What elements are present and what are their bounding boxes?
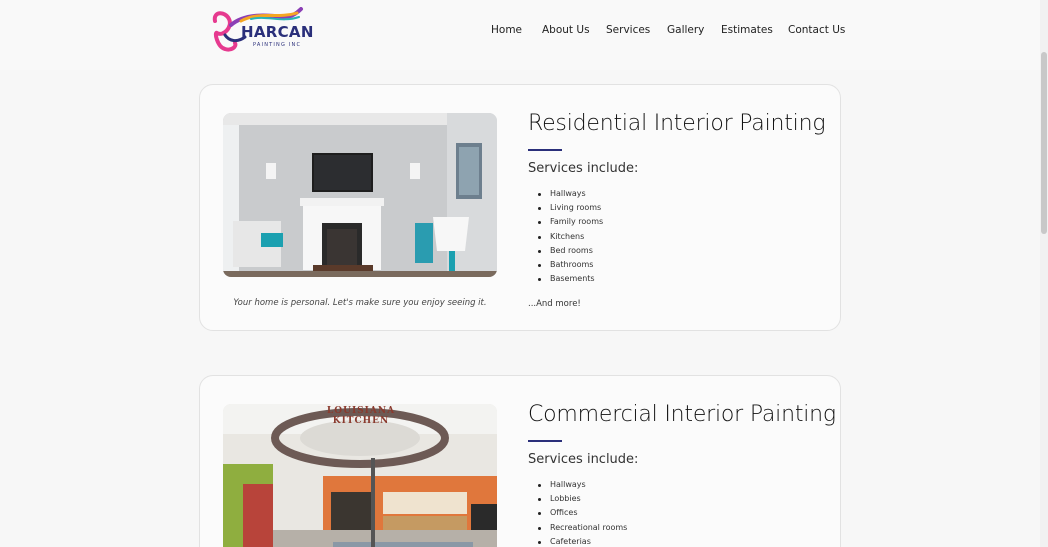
logo-tagline: PAINTING INC: [253, 42, 302, 48]
list-item: Basements: [538, 272, 603, 286]
residential-services-list: Hallways Living rooms Family rooms Kitch…: [538, 187, 603, 286]
nav-contact-us[interactable]: Contact Us: [788, 24, 845, 36]
site-header: HARCAN PAINTING INC Home About Us Servic…: [0, 0, 1040, 70]
restaurant-sign: LOUISIANA KITCHEN: [326, 406, 396, 426]
nav-estimates[interactable]: Estimates: [721, 24, 773, 36]
list-item: Family rooms: [538, 215, 603, 229]
scrollbar-thumb[interactable]: [1041, 52, 1047, 234]
services-include-label: Services include:: [528, 452, 639, 467]
list-item: Offices: [538, 506, 627, 520]
list-item: Kitchens: [538, 230, 603, 244]
list-item: Recreational rooms: [538, 521, 627, 535]
commercial-services-list: Hallways Lobbies Offices Recreational ro…: [538, 478, 627, 547]
list-item: Hallways: [538, 478, 627, 492]
list-item: Bathrooms: [538, 258, 603, 272]
title-divider: [528, 440, 562, 442]
list-item: Living rooms: [538, 201, 603, 215]
page-scrollbar[interactable]: [1040, 0, 1048, 547]
list-item: Hallways: [538, 187, 603, 201]
list-item: Bed rooms: [538, 244, 603, 258]
nav-about-us[interactable]: About Us: [542, 24, 590, 36]
nav-home[interactable]: Home: [491, 24, 522, 36]
residential-caption: Your home is personal. Let's make sure y…: [233, 298, 487, 308]
list-item: Lobbies: [538, 492, 627, 506]
services-include-label: Services include:: [528, 161, 639, 176]
commercial-photo: LOUISIANA KITCHEN: [223, 404, 497, 547]
logo-name: HARCAN: [241, 23, 314, 41]
service-card-commercial: LOUISIANA KITCHEN Commercial Interior Pa…: [199, 375, 841, 547]
and-more-text: ...And more!: [528, 299, 581, 309]
title-divider: [528, 149, 562, 151]
commercial-title: Commercial Interior Painting: [528, 402, 836, 427]
residential-photo: [223, 113, 497, 277]
list-item: Cafeterias: [538, 535, 627, 547]
harcan-logo[interactable]: HARCAN PAINTING INC: [211, 7, 314, 55]
residential-title: Residential Interior Painting: [528, 111, 826, 136]
nav-gallery[interactable]: Gallery: [667, 24, 704, 36]
service-card-residential: Your home is personal. Let's make sure y…: [199, 84, 841, 331]
nav-services[interactable]: Services: [606, 24, 650, 36]
